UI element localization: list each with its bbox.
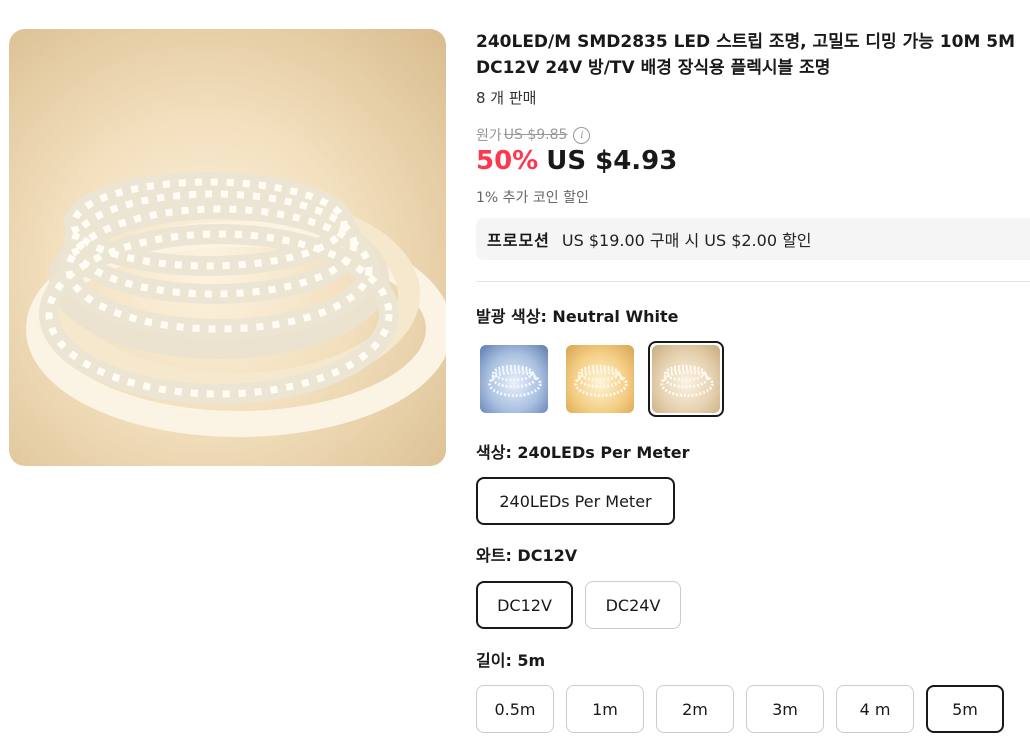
length-choice-4m[interactable]: 4 m	[836, 685, 914, 733]
color-choices: 240LEDs Per Meter	[476, 477, 675, 525]
promotion-text: US $19.00 구매 시 US $2.00 할인	[561, 231, 812, 250]
led-strip-reel-icon	[26, 172, 446, 437]
promotion-banner[interactable]: 프로모션 US $19.00 구매 시 US $2.00 할인	[476, 218, 1030, 260]
cool-white-strip-icon	[488, 364, 542, 397]
length-choice-5m[interactable]: 5m	[926, 685, 1004, 733]
length-label: 길이:	[476, 651, 518, 670]
product-title: 240LED/M SMD2835 LED 스트립 조명, 고밀도 디밍 가능 1…	[476, 32, 1016, 78]
light-color-option-title: 발광 색상: Neutral White	[476, 303, 678, 327]
light-color-label: 발광 색상:	[476, 307, 553, 326]
swatch-cool-white[interactable]	[476, 341, 552, 417]
neutral-white-strip-icon	[660, 364, 714, 397]
color-choice-240leds[interactable]: 240LEDs Per Meter	[476, 477, 675, 525]
length-choice-0-5m[interactable]: 0.5m	[476, 685, 554, 733]
watt-value: DC12V	[517, 546, 578, 565]
watt-choice-dc12v[interactable]: DC12V	[476, 581, 573, 629]
sold-count: 8 개 판매	[476, 89, 537, 107]
sale-price: US $4.93	[546, 146, 678, 176]
warm-white-strip-icon	[574, 364, 628, 397]
price-row: 50% US $4.93	[476, 146, 677, 176]
swatch-neutral-white[interactable]	[648, 341, 724, 417]
length-choice-3m[interactable]: 3m	[746, 685, 824, 733]
original-price-label: 원가	[476, 128, 502, 144]
watt-option-title: 와트: DC12V	[476, 542, 577, 566]
length-choice-1m[interactable]: 1m	[566, 685, 644, 733]
length-choice-2m[interactable]: 2m	[656, 685, 734, 733]
color-value: 240LEDs Per Meter	[517, 443, 690, 462]
discount-percent: 50%	[476, 146, 539, 176]
promotion-label: 프로모션	[487, 231, 550, 250]
length-option-title: 길이: 5m	[476, 647, 545, 671]
length-value: 5m	[517, 651, 546, 670]
light-color-value: Neutral White	[552, 307, 679, 326]
color-option-title: 색상: 240LEDs Per Meter	[476, 439, 690, 463]
color-label: 색상:	[476, 443, 518, 462]
swatch-warm-white[interactable]	[562, 341, 638, 417]
watt-choice-dc24v[interactable]: DC24V	[585, 581, 681, 629]
watt-choices: DC12V DC24V	[476, 581, 681, 629]
original-price: US $9.85	[503, 127, 568, 143]
original-price-row: 원가 US $9.85 i	[476, 125, 591, 145]
coin-discount-note: 1% 추가 코인 할인	[476, 190, 589, 206]
info-icon[interactable]: i	[573, 126, 591, 144]
light-color-swatches	[476, 341, 724, 417]
divider	[476, 281, 1030, 282]
watt-label: 와트:	[476, 546, 518, 565]
product-main-image[interactable]	[9, 29, 446, 466]
length-choices: 0.5m 1m 2m 3m 4 m 5m	[476, 685, 1004, 733]
